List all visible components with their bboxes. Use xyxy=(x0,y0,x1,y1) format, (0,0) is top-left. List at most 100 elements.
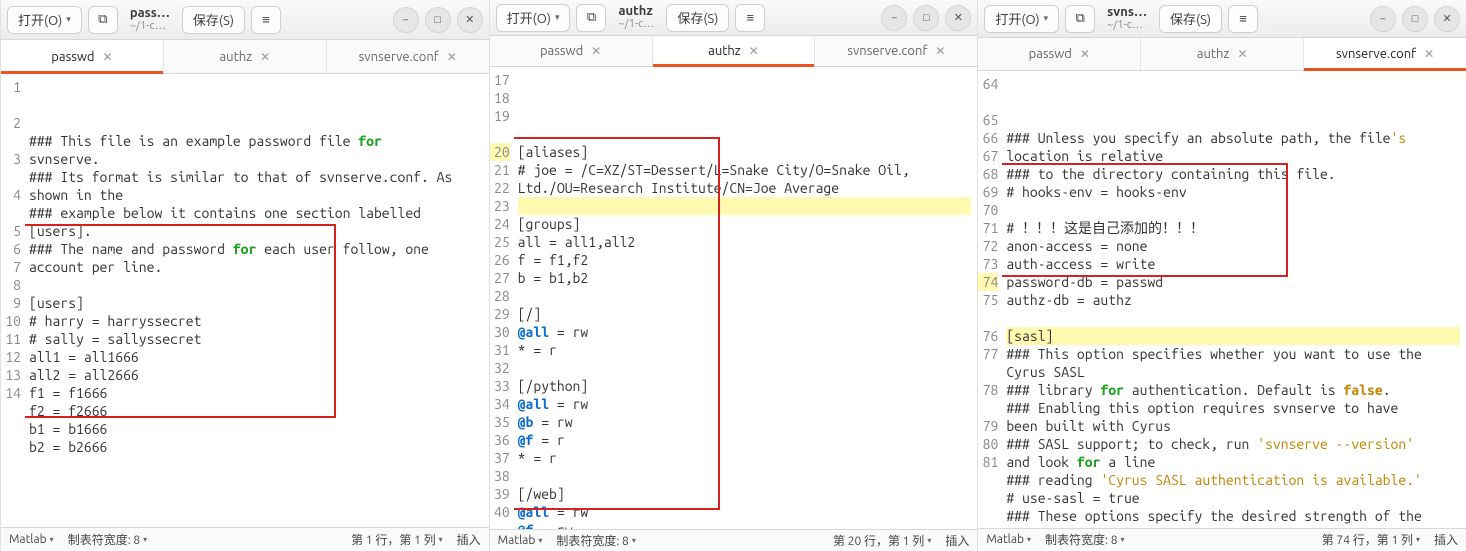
new-tab-button[interactable]: ⧉ xyxy=(88,6,118,34)
window-title: pass… xyxy=(130,7,170,21)
lang-label: Matlab xyxy=(9,533,47,546)
insert-mode[interactable]: 插入 xyxy=(1434,531,1458,548)
close-button[interactable]: ✕ xyxy=(1434,6,1460,32)
menu-button[interactable]: ≡ xyxy=(251,6,281,34)
save-button[interactable]: 保存(S) xyxy=(666,4,729,32)
new-tab-icon: ⧉ xyxy=(1076,11,1085,26)
editor[interactable]: 646566676869707172737475767778798081 ###… xyxy=(978,71,1466,528)
chevron-down-icon: ▾ xyxy=(66,14,71,25)
tab-authz[interactable]: authz ✕ xyxy=(1141,38,1304,70)
tab-close-icon[interactable]: ✕ xyxy=(1080,47,1090,61)
tab-label: passwd xyxy=(1029,47,1072,61)
tab-close-icon[interactable]: ✕ xyxy=(749,44,759,58)
new-tab-button[interactable]: ⧉ xyxy=(576,4,606,32)
close-button[interactable]: ✕ xyxy=(457,7,483,33)
cursor-position[interactable]: 第 74 行，第 1 列▾ xyxy=(1322,531,1420,548)
tab-passwd[interactable]: passwd✕ xyxy=(490,36,653,66)
tabwidth-selector[interactable]: 制表符宽度: 8▾ xyxy=(556,532,635,549)
insert-mode[interactable]: 插入 xyxy=(457,531,481,548)
new-tab-icon: ⧉ xyxy=(98,12,107,27)
headerbar: 打开(O)▾ ⧉ svns… ~/1-c… 保存(S) ≡ − □ ✕ xyxy=(978,0,1466,38)
tab-label: passwd xyxy=(51,50,94,64)
tab-label: svnserve.conf xyxy=(359,50,439,64)
window-subtitle: ~/1-c… xyxy=(1107,20,1147,32)
statusbar: Matlab▾ 制表符宽度: 8▾ 第 1 行，第 1 列▾ 插入 xyxy=(1,527,489,551)
code-area[interactable]: ### This file is an example password fil… xyxy=(25,74,489,527)
hamburger-icon: ≡ xyxy=(747,10,755,25)
window-authz: 打开(O) ▾ ⧉ authz ~/1-c… 保存(S) ≡ − □ ✕ pass… xyxy=(489,0,978,551)
title-block: authz ~/1-c… xyxy=(612,5,660,30)
headerbar: 打开(O)▾ ⧉ pass… ~/1-c… 保存(S) ≡ − □ ✕ xyxy=(1,0,489,40)
tab-close-icon[interactable]: ✕ xyxy=(1237,47,1247,61)
tab-label: svnserve.conf xyxy=(847,44,927,58)
tabwidth-selector[interactable]: 制表符宽度: 8▾ xyxy=(1045,531,1124,548)
line-gutter: 646566676869707172737475767778798081 xyxy=(978,71,1002,528)
tab-close-icon[interactable]: ✕ xyxy=(447,50,457,64)
tab-svnserve[interactable]: svnserve.conf ✕ xyxy=(815,36,977,66)
title-block: pass… ~/1-c… xyxy=(124,7,176,32)
open-button[interactable]: 打开(O) ▾ xyxy=(496,4,571,32)
open-button[interactable]: 打开(O)▾ xyxy=(984,5,1059,33)
hamburger-icon: ≡ xyxy=(262,12,270,27)
maximize-button[interactable]: □ xyxy=(913,5,939,31)
tab-close-icon[interactable]: ✕ xyxy=(591,44,601,58)
window-subtitle: ~/1-c… xyxy=(618,19,654,31)
tab-close-icon[interactable]: ✕ xyxy=(103,50,113,64)
tab-label: authz xyxy=(708,44,741,58)
tab-label: authz xyxy=(219,50,252,64)
tabbar: passwd ✕ authz ✕ svnserve.conf ✕ xyxy=(978,38,1466,71)
tab-close-icon[interactable]: ✕ xyxy=(1424,47,1434,61)
new-tab-icon: ⧉ xyxy=(587,10,596,25)
line-gutter: 1718192021222324252627282930313233343536… xyxy=(490,67,514,529)
window-subtitle: ~/1-c… xyxy=(130,21,170,33)
line-gutter: 1234567891011121314 xyxy=(1,74,25,527)
tab-label: authz xyxy=(1197,47,1230,61)
editor[interactable]: 1718192021222324252627282930313233343536… xyxy=(490,67,978,529)
tab-passwd[interactable]: passwd ✕ xyxy=(978,38,1141,70)
tab-svnserve[interactable]: svnserve.conf ✕ xyxy=(327,40,489,73)
pos-label: 第 20 行，第 1 列 xyxy=(833,532,924,549)
close-button[interactable]: ✕ xyxy=(945,5,971,31)
menu-button[interactable]: ≡ xyxy=(1228,5,1258,33)
minimize-button[interactable]: − xyxy=(393,7,419,33)
tabwidth-label: 制表符宽度: 8 xyxy=(68,531,140,548)
open-label: 打开(O) xyxy=(507,8,551,27)
tab-authz[interactable]: authz ✕ xyxy=(164,40,327,73)
editor[interactable]: 1234567891011121314 ### This file is an … xyxy=(1,74,489,527)
minimize-button[interactable]: − xyxy=(881,5,907,31)
lang-selector[interactable]: Matlab▾ xyxy=(498,534,543,547)
window-title: authz xyxy=(618,5,654,19)
lang-selector[interactable]: Matlab▾ xyxy=(986,533,1031,546)
window-svnserve: 打开(O)▾ ⧉ svns… ~/1-c… 保存(S) ≡ − □ ✕ pass… xyxy=(977,0,1466,551)
maximize-button[interactable]: □ xyxy=(425,7,451,33)
tab-label: svnserve.conf xyxy=(1336,47,1416,61)
open-button[interactable]: 打开(O)▾ xyxy=(7,6,82,34)
save-button[interactable]: 保存(S) xyxy=(182,6,245,34)
lang-selector[interactable]: Matlab▾ xyxy=(9,533,54,546)
maximize-button[interactable]: □ xyxy=(1402,6,1428,32)
cursor-position[interactable]: 第 20 行，第 1 列▾ xyxy=(833,532,931,549)
tab-close-icon[interactable]: ✕ xyxy=(260,50,270,64)
insert-mode[interactable]: 插入 xyxy=(945,532,969,549)
tabbar: passwd✕ authz ✕ svnserve.conf ✕ xyxy=(490,36,978,67)
tabwidth-label: 制表符宽度: 8 xyxy=(556,532,628,549)
menu-button[interactable]: ≡ xyxy=(735,4,765,32)
save-button[interactable]: 保存(S) xyxy=(1159,5,1222,33)
new-tab-button[interactable]: ⧉ xyxy=(1065,5,1095,33)
code-area[interactable]: [aliases]# joe = /C=XZ/ST=Dessert/L=Snak… xyxy=(514,67,978,529)
tabwidth-selector[interactable]: 制表符宽度: 8▾ xyxy=(68,531,147,548)
tab-svnserve[interactable]: svnserve.conf ✕ xyxy=(1304,38,1466,70)
tabwidth-label: 制表符宽度: 8 xyxy=(1045,531,1117,548)
chevron-down-icon: ▾ xyxy=(1044,13,1049,24)
code-area[interactable]: ### Unless you specify an absolute path,… xyxy=(1002,71,1466,528)
chevron-down-icon: ▾ xyxy=(555,12,560,23)
statusbar: Matlab▾ 制表符宽度: 8▾ 第 20 行，第 1 列▾ 插入 xyxy=(490,529,978,551)
tab-passwd[interactable]: passwd ✕ xyxy=(1,40,164,73)
headerbar: 打开(O) ▾ ⧉ authz ~/1-c… 保存(S) ≡ − □ ✕ xyxy=(490,0,978,36)
tabbar: passwd ✕ authz ✕ svnserve.conf ✕ xyxy=(1,40,489,74)
cursor-position[interactable]: 第 1 行，第 1 列▾ xyxy=(351,531,443,548)
tab-authz[interactable]: authz ✕ xyxy=(653,36,816,66)
tab-close-icon[interactable]: ✕ xyxy=(935,44,945,58)
pos-label: 第 1 行，第 1 列 xyxy=(351,531,436,548)
minimize-button[interactable]: − xyxy=(1370,6,1396,32)
